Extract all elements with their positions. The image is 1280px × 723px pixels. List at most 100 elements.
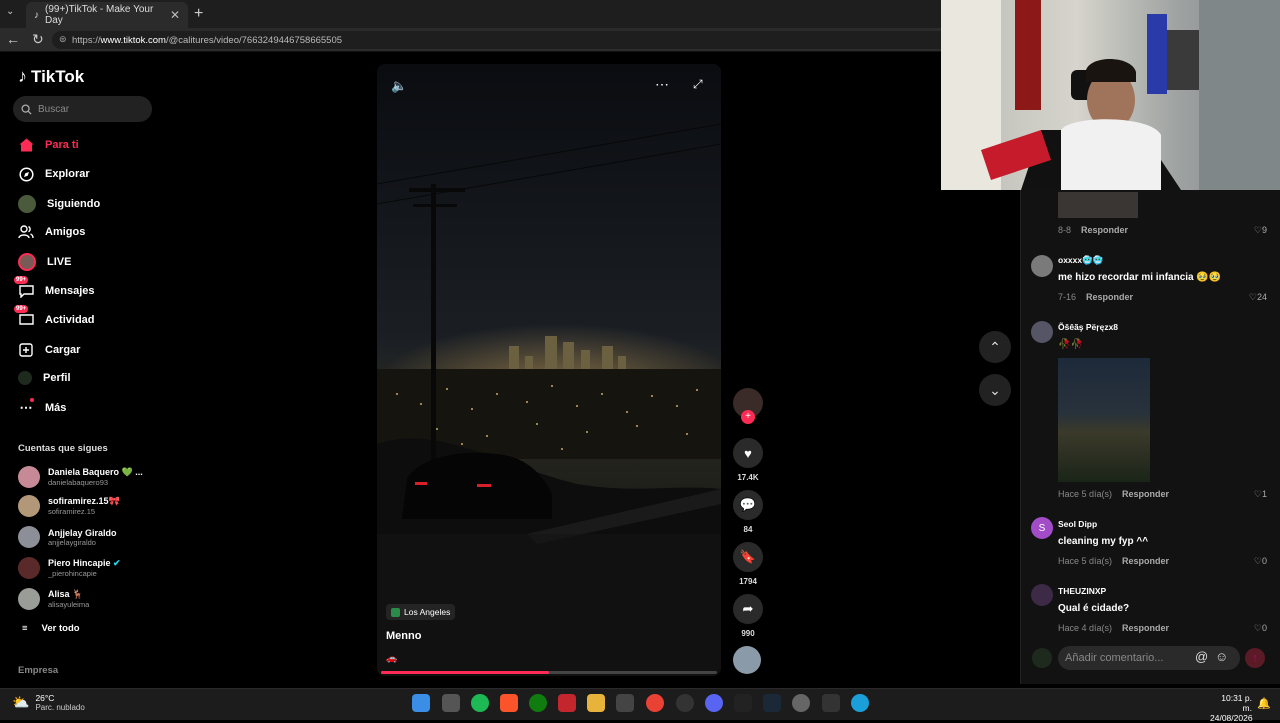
nav-label: Mensajes [45,285,95,297]
company-link[interactable]: Empresa [18,665,58,676]
reply-button[interactable]: Responder [1122,489,1169,499]
nav-item-explorar[interactable]: Explorar [18,166,90,182]
system-clock[interactable]: 10:31 p. m. 24/08/2026 [1210,693,1253,723]
location-tag[interactable]: Los Angeles [386,604,456,620]
weather-widget[interactable]: ⛅ 26°C Parc. nublado [12,693,85,712]
site-info-icon[interactable]: ⊜ [59,34,67,45]
store-icon[interactable] [616,694,634,712]
obs-icon[interactable] [676,694,694,712]
avatar[interactable] [1031,584,1053,606]
nav-item-amigos[interactable]: Amigos [18,224,85,240]
comment-input[interactable]: Añadir comentario... [1058,646,1240,670]
search-input[interactable]: Buscar [13,96,152,122]
fullscreen-icon[interactable]: ⤢ [693,77,703,92]
comment-author[interactable]: oxxxx🥶🥶 [1058,255,1103,266]
nav-item-para-ti[interactable]: Para ti [18,137,79,153]
task-view-icon[interactable] [442,694,460,712]
spotify-icon[interactable] [471,694,489,712]
reply-button[interactable]: Responder [1122,623,1169,633]
avatar[interactable] [1031,255,1053,277]
nav-item-mas[interactable]: ⋯ Más [18,398,66,416]
comment-text: 🥀🥀 [1058,339,1083,350]
nav-item-perfil[interactable]: Perfil [18,371,71,385]
followed-account[interactable]: sofiramirez.15🎀 sofiramirez.15 [18,495,120,517]
avatar [18,495,40,517]
video-player[interactable]: 🔈 ⋯ ⤢ [377,64,721,676]
like-button[interactable]: ♥ 17.4K [733,438,763,482]
share-button[interactable]: ➦ 990 [733,594,763,638]
see-all-link[interactable]: ≡ Ver todo [22,623,80,634]
settings-icon[interactable] [792,694,810,712]
volume-icon[interactable]: 🔈 [391,78,407,94]
discord-icon[interactable] [705,694,723,712]
comment-date: Hace 5 día(s) [1058,556,1113,566]
followed-account[interactable]: Piero Hincapie ✔ _pierohincapie [18,557,121,579]
next-video-button[interactable]: ⌄ [979,374,1011,406]
reply-button[interactable]: Responder [1122,556,1169,566]
file-explorer-icon[interactable] [587,694,605,712]
account-handle: sofiramirez.15 [48,507,96,516]
avatar[interactable] [1031,321,1053,343]
close-tab-icon[interactable]: ✕ [170,8,180,22]
account-name: Alisa 🦌 [48,589,84,599]
comment-button[interactable]: 💬 84 [733,490,763,534]
clock-time: 10:31 p. m. [1221,693,1252,713]
nav-item-cargar[interactable]: Cargar [18,342,80,358]
previous-video-button[interactable]: ⌃ [979,331,1011,363]
tiktok-logo[interactable]: ♪ TikTok [18,66,84,87]
reload-icon[interactable]: ↻ [32,31,44,48]
friends-icon [18,224,34,240]
comment-like[interactable]: ♡0 [1254,623,1267,634]
followed-account[interactable]: Anjjelay Giraldo anjjelaygiraldo [18,526,117,548]
save-button[interactable]: 🔖 1794 [733,542,763,586]
mention-icon[interactable]: @ [1195,649,1208,664]
followed-account[interactable]: Alisa 🦌 alisayuleima [18,588,89,610]
steam-icon[interactable] [763,694,781,712]
reply-button[interactable]: Responder [1086,292,1133,302]
chrome-icon[interactable] [646,694,664,712]
comment-author[interactable]: Seol Dipp [1058,519,1097,529]
creator-avatar[interactable]: + [733,388,763,424]
video-author[interactable]: Menno [386,630,421,642]
app-icon[interactable] [558,694,576,712]
back-icon[interactable]: ← [6,31,20,47]
comment-like[interactable]: ♡9 [1254,225,1267,236]
comment-author[interactable]: THEUZINXP [1058,586,1106,596]
nav-item-actividad[interactable]: 99+ Actividad [14,305,95,328]
comment-like[interactable]: ♡0 [1254,556,1267,567]
new-tab-icon[interactable]: + [194,5,203,23]
start-icon[interactable] [412,694,430,712]
nav-item-mensajes[interactable]: 99+ Mensajes [14,276,95,299]
my-avatar [1032,648,1052,668]
nav-item-live[interactable]: LIVE [18,253,71,271]
avatar[interactable]: S [1031,517,1053,539]
reply-button[interactable]: Responder [1081,225,1128,235]
comment-meta: Hace 4 día(s) Responder [1058,623,1169,633]
comment-like[interactable]: ♡24 [1249,292,1267,303]
music-disc-icon[interactable]: 🚗 [386,653,397,664]
comment-like[interactable]: ♡1 [1254,489,1267,500]
nav-item-siguiendo[interactable]: Siguiendo [18,195,100,213]
logo-text: TikTok [31,66,85,86]
comment-author[interactable]: Õšêãş Pëŗęzx8 [1058,322,1118,332]
emoji-icon[interactable]: ☺ [1215,649,1228,664]
notification-app-icon[interactable] [822,694,840,712]
follow-plus-icon[interactable]: + [741,410,755,424]
send-comment-button[interactable]: ↑ [1245,648,1265,668]
comment-photo[interactable] [1058,358,1150,482]
music-disc[interactable] [733,646,763,674]
url-field[interactable]: ⊜ https://www.tiktok.com/@calitures/vide… [52,31,952,49]
tab-list-icon[interactable]: ⌄ [6,6,20,20]
comment-image[interactable] [1058,192,1138,218]
epic-games-icon[interactable] [734,694,752,712]
notification-bell-icon[interactable]: 🔔 [1257,697,1271,710]
more-options-icon[interactable]: ⋯ [655,76,669,93]
brave-icon[interactable] [500,694,518,712]
heart-icon: ♥ [733,438,763,468]
followed-account[interactable]: Daniela Baquero 💚 ... danielabaquero93 [18,466,143,488]
location-icon [391,607,400,617]
xbox-icon[interactable] [529,694,547,712]
edge-icon[interactable] [851,694,869,712]
browser-tab[interactable]: ♪ (99+)TikTok - Make Your Day ✕ [26,2,188,28]
avatar-initial: S [1038,522,1046,534]
